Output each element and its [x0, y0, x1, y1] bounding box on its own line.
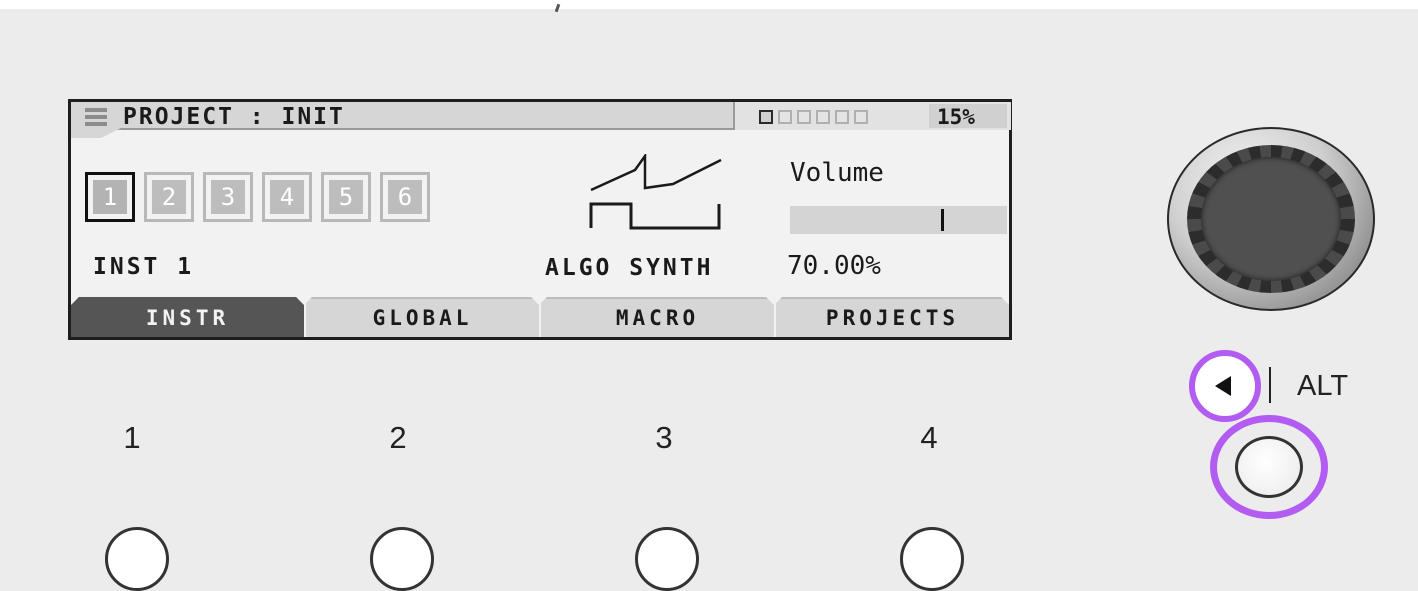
instrument-slot-label: 5	[329, 180, 363, 214]
menu-icon[interactable]	[85, 108, 107, 130]
lcd-screen: PROJECT : INIT 15% 123456 INST 1 ALGO SY…	[68, 99, 1012, 340]
knob-2-button[interactable]	[370, 527, 434, 591]
cpu-usage: 15%	[937, 105, 975, 129]
instrument-slot-6[interactable]: 6	[380, 172, 430, 222]
page-indicator-box	[854, 110, 868, 124]
page-indicator-box	[816, 110, 830, 124]
knob-label-2: 2	[389, 420, 407, 455]
saw-and-square-wave-icon	[589, 154, 722, 230]
knob-label-4: 4	[920, 420, 938, 455]
instrument-slot-label: 2	[152, 180, 186, 214]
alt-button-highlight	[1210, 415, 1328, 519]
engine-name: ALGO SYNTH	[545, 255, 714, 281]
instrument-slot-2[interactable]: 2	[144, 172, 194, 222]
parameter-name: Volume	[790, 158, 884, 188]
page-indicator-box	[797, 110, 811, 124]
parameter-value: 70.00%	[787, 251, 881, 281]
instrument-slot-3[interactable]: 3	[203, 172, 253, 222]
divider-bar	[1269, 367, 1271, 403]
main-encoder-knob[interactable]	[1167, 127, 1375, 311]
tab-macro[interactable]: MACRO	[539, 297, 774, 337]
instrument-slots: 123456	[85, 172, 430, 222]
instrument-slot-4[interactable]: 4	[262, 172, 312, 222]
parameter-level-bar	[790, 206, 1007, 234]
back-button[interactable]	[1189, 350, 1261, 422]
knob-4-button[interactable]	[900, 527, 964, 591]
project-title: PROJECT : INIT	[123, 104, 345, 130]
instrument-slot-label: 3	[211, 180, 245, 214]
page-indicator	[759, 110, 868, 124]
knob-1-button[interactable]	[105, 527, 169, 591]
screen-tabs: INSTR GLOBAL MACRO PROJECTS	[71, 297, 1009, 337]
alt-label: ALT	[1297, 370, 1349, 402]
tab-instr[interactable]: INSTR	[71, 297, 304, 337]
instrument-slot-5[interactable]: 5	[321, 172, 371, 222]
instrument-slot-label: 4	[270, 180, 304, 214]
knob-label-3: 3	[655, 420, 673, 455]
page-indicator-box	[778, 110, 792, 124]
tab-projects[interactable]: PROJECTS	[774, 297, 1009, 337]
instrument-name: INST 1	[93, 254, 195, 280]
instrument-slot-label: 1	[93, 180, 127, 214]
parameter-level-marker	[940, 209, 944, 231]
left-triangle-icon	[1215, 376, 1231, 396]
top-strip	[0, 0, 1418, 9]
lcd-header: PROJECT : INIT 15%	[71, 102, 1011, 138]
encoder-grip-ring	[1187, 145, 1355, 293]
instrument-slot-1[interactable]: 1	[85, 172, 135, 222]
knob-3-button[interactable]	[635, 527, 699, 591]
knob-label-1: 1	[123, 420, 141, 455]
encoder-cap	[1201, 157, 1341, 281]
page-indicator-box	[835, 110, 849, 124]
tab-global[interactable]: GLOBAL	[304, 297, 539, 337]
alt-button[interactable]	[1235, 436, 1303, 498]
instrument-slot-label: 6	[388, 180, 422, 214]
page-indicator-box	[759, 110, 773, 124]
